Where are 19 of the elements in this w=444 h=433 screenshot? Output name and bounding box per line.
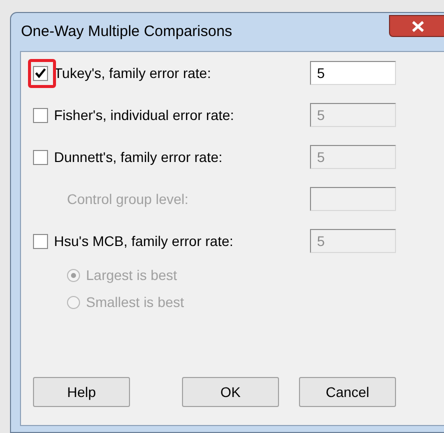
close-button[interactable] <box>389 15 444 37</box>
checkbox[interactable] <box>33 66 48 80</box>
checkbox[interactable] <box>33 108 48 122</box>
field-label: Control group level: <box>66 190 190 209</box>
checkmark-icon <box>35 68 46 78</box>
dialog-button[interactable]: Cancel <box>299 377 396 407</box>
dialog-button[interactable]: OK <box>182 377 279 407</box>
checkbox[interactable] <box>33 234 48 248</box>
checkbox-label: Dunnett's, family error rate: <box>54 148 224 167</box>
checkbox-label: Tukey's, family error rate: <box>54 64 212 83</box>
close-icon <box>412 20 424 32</box>
dialog-button[interactable]: Help <box>33 377 130 407</box>
radio-label: Largest is best <box>86 266 178 285</box>
checkbox-label: Fisher's, individual error rate: <box>54 106 236 124</box>
checkbox[interactable] <box>33 150 48 164</box>
window-title: One-Way Multiple Comparisons <box>21 22 234 42</box>
checkbox-label: Hsu's MCB, family error rate: <box>54 232 234 251</box>
input-field[interactable]: 5 <box>310 61 396 85</box>
radio-label: Smallest is best <box>86 293 184 312</box>
